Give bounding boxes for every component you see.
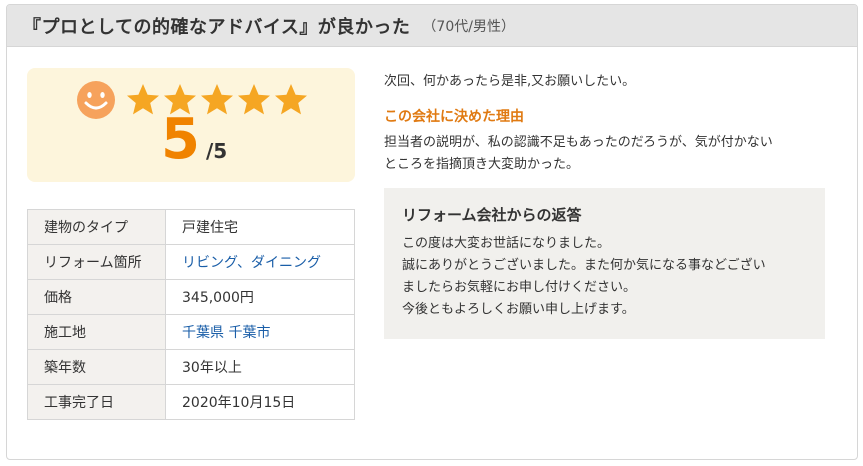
details-label: 建物のタイプ	[27, 209, 166, 245]
company-reply-title: リフォーム会社からの返答	[402, 206, 582, 224]
reason-title: この会社に決めた理由	[384, 109, 524, 125]
smiley-face-icon	[77, 81, 115, 119]
details-row: 施工地 千葉県 千葉市	[27, 314, 355, 350]
review-header: 『プロとしての的確なアドバイス』が良かった （70代/男性）	[7, 5, 857, 47]
details-value-link[interactable]: リビング、ダイニング	[165, 244, 355, 280]
star-icon	[127, 84, 159, 115]
review-title: 『プロとしての的確なアドバイス』が良かった	[23, 16, 411, 38]
reason-line: ところを指摘頂き大変助かった。	[384, 157, 580, 172]
details-label: 施工地	[27, 314, 166, 350]
reason-line: 担当者の説明が、私の認識不足もあったのだろうが、気が付かない	[384, 135, 773, 150]
details-value: 30年以上	[165, 349, 355, 385]
score-value: 5	[161, 107, 200, 172]
details-row: 価格 345,000円	[27, 279, 355, 315]
reply-line: 今後ともよろしくお願い申し上げます。	[402, 302, 635, 317]
details-label: リフォーム箇所	[27, 244, 166, 280]
review-body: 次回、何かあったら是非,又お願いしたい。 この会社に決めた理由 担当者の説明が、…	[384, 68, 824, 176]
project-details-table: 建物のタイプ 戸建住宅 リフォーム箇所 リビング、ダイニング 価格 345,000円 施工地…	[27, 209, 355, 420]
details-row: リフォーム箇所 リビング、ダイニング	[27, 244, 355, 280]
reason-text: 担当者の説明が、私の認識不足もあったのだろうが、気が付かない ところを指摘頂き大…	[384, 132, 824, 176]
star-icon	[275, 84, 307, 115]
company-reply-box: リフォーム会社からの返答 この度は大変お世話になりました。 誠にありがとうござい…	[384, 188, 825, 339]
details-value-link[interactable]: 千葉県 千葉市	[165, 314, 355, 350]
details-row: 築年数 30年以上	[27, 349, 355, 385]
details-label: 築年数	[27, 349, 166, 385]
details-value: 345,000円	[165, 279, 355, 315]
score-max: /5	[205, 139, 228, 163]
reply-line: ましたらお気軽にお申し付けください。	[402, 280, 637, 295]
details-label: 工事完了日	[27, 384, 166, 420]
details-value: 2020年10月15日	[165, 384, 355, 420]
reply-line: 誠にありがとうございました。また何か気になる事などござい	[402, 258, 766, 273]
details-row: 建物のタイプ 戸建住宅	[27, 209, 355, 245]
details-row: 工事完了日 2020年10月15日	[27, 384, 355, 420]
star-icon	[238, 84, 270, 115]
reviewer-demographic: （70代/男性）	[422, 18, 515, 35]
rating-score: 5 /5	[161, 112, 227, 168]
details-value: 戸建住宅	[165, 209, 355, 245]
details-label: 価格	[27, 279, 166, 315]
review-comment: 次回、何かあったら是非,又お願いしたい。	[384, 74, 636, 89]
rating-box: 5 /5	[27, 68, 355, 182]
company-reply-text: この度は大変お世話になりました。 誠にありがとうございました。また何か気になる事…	[402, 233, 807, 321]
reply-line: この度は大変お世話になりました。	[402, 236, 611, 251]
